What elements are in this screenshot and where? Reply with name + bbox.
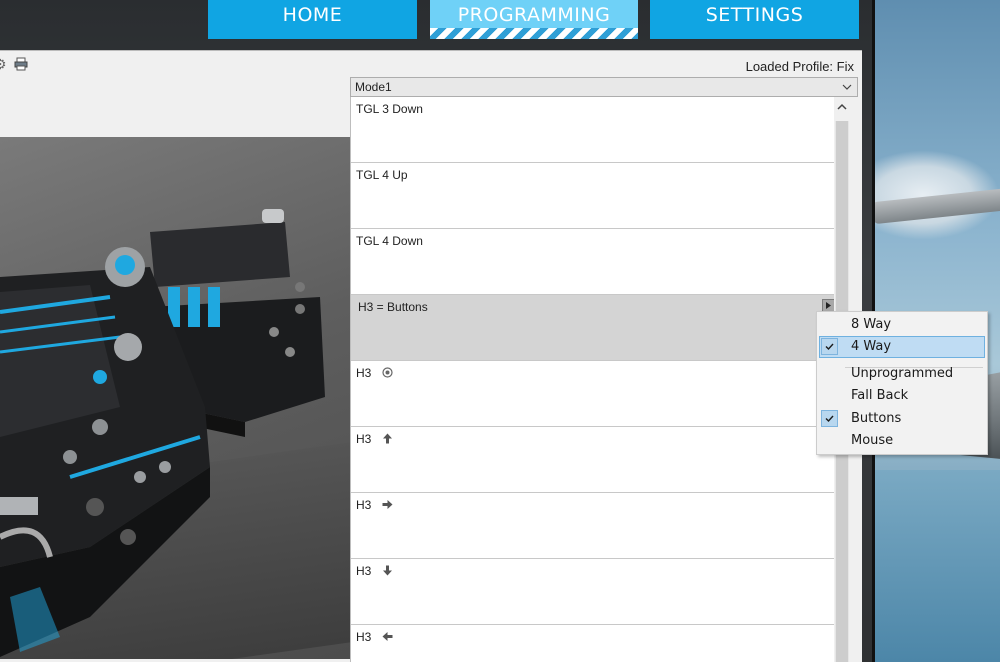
mode-dropdown[interactable]: Mode1: [350, 77, 858, 97]
tab-programming[interactable]: PROGRAMMING: [430, 0, 638, 39]
row-label: TGL 3 Down: [356, 102, 423, 116]
list-item[interactable]: TGL 3 Down: [351, 97, 834, 163]
menu-item-unprogrammed[interactable]: Unprogrammed: [819, 363, 985, 385]
menu-item-label: 8 Way: [851, 317, 892, 332]
loaded-profile-label: Loaded Profile: Fix: [745, 59, 854, 74]
command-list: TGL 3 Down TGL 4 Up TGL 4 Down H3 = Butt…: [350, 97, 834, 662]
menu-item-label: Fall Back: [851, 388, 909, 403]
programming-panel: ⚙ Loaded Profile: Fix Mode1 TGL 3 Down T…: [0, 50, 862, 662]
menu-item-fall-back[interactable]: Fall Back: [819, 385, 985, 407]
menu-item-8-way[interactable]: 8 Way: [819, 314, 985, 336]
checkmark-icon: [821, 338, 838, 355]
sea: [872, 470, 1000, 662]
menu-item-label: Mouse: [851, 433, 894, 448]
caret-right-icon: [826, 302, 831, 309]
list-item[interactable]: H3: [351, 559, 834, 625]
tab-home[interactable]: HOME: [208, 0, 417, 39]
row-label: H3: [356, 630, 372, 644]
row-label: TGL 4 Down: [356, 234, 423, 248]
tab-home-label: HOME: [282, 3, 343, 26]
chevron-down-icon: [842, 84, 852, 90]
top-navigation: HOME PROGRAMMING SETTINGS: [0, 0, 870, 50]
list-item[interactable]: H3: [351, 427, 834, 493]
list-item[interactable]: H3: [351, 493, 834, 559]
checkmark-icon: [821, 410, 838, 427]
command-list-area: Mode1 TGL 3 Down TGL 4 Up TGL 4 Down H3 …: [350, 77, 858, 662]
tab-settings[interactable]: SETTINGS: [650, 0, 859, 39]
center-press-icon: [382, 367, 393, 378]
scroll-up-icon[interactable]: [836, 101, 848, 113]
printer-icon[interactable]: [14, 57, 28, 71]
device-image: [0, 137, 350, 659]
gear-icon[interactable]: ⚙: [0, 57, 8, 71]
menu-item-4-way[interactable]: 4 Way: [819, 336, 985, 358]
row-label: H3: [356, 564, 372, 578]
arrow-down-icon: [382, 565, 392, 576]
toolbar: ⚙ Loaded Profile: Fix: [0, 53, 862, 77]
row-label: H3 = Buttons: [358, 300, 428, 314]
list-item[interactable]: H3: [351, 361, 834, 427]
menu-item-mouse[interactable]: Mouse: [819, 430, 985, 452]
row-label: H3: [356, 498, 372, 512]
row-label: H3: [356, 432, 372, 446]
menu-item-label: Unprogrammed: [851, 366, 954, 381]
list-item[interactable]: H3: [351, 625, 834, 662]
list-item[interactable]: TGL 4 Up: [351, 163, 834, 229]
menu-item-label: Buttons: [851, 411, 902, 426]
arrow-up-icon: [382, 433, 392, 444]
active-tab-indicator: [430, 28, 638, 39]
tab-settings-label: SETTINGS: [705, 3, 804, 26]
arrow-right-icon: [382, 500, 393, 509]
menu-item-buttons[interactable]: Buttons: [819, 408, 985, 430]
row-label: TGL 4 Up: [356, 168, 408, 182]
list-item[interactable]: TGL 4 Down: [351, 229, 834, 295]
menu-item-label: 4 Way: [851, 339, 892, 354]
arrow-left-icon: [382, 632, 393, 641]
row-label: H3: [356, 366, 372, 380]
throttle-quadrant-render: [0, 209, 325, 657]
list-item-selected[interactable]: H3 = Buttons: [351, 295, 834, 361]
tab-programming-label: PROGRAMMING: [457, 3, 611, 26]
hat-mode-context-menu: 8 Way 4 Way Unprogrammed Fall Back Butto…: [816, 311, 988, 455]
mode-dropdown-value: Mode1: [355, 80, 392, 94]
